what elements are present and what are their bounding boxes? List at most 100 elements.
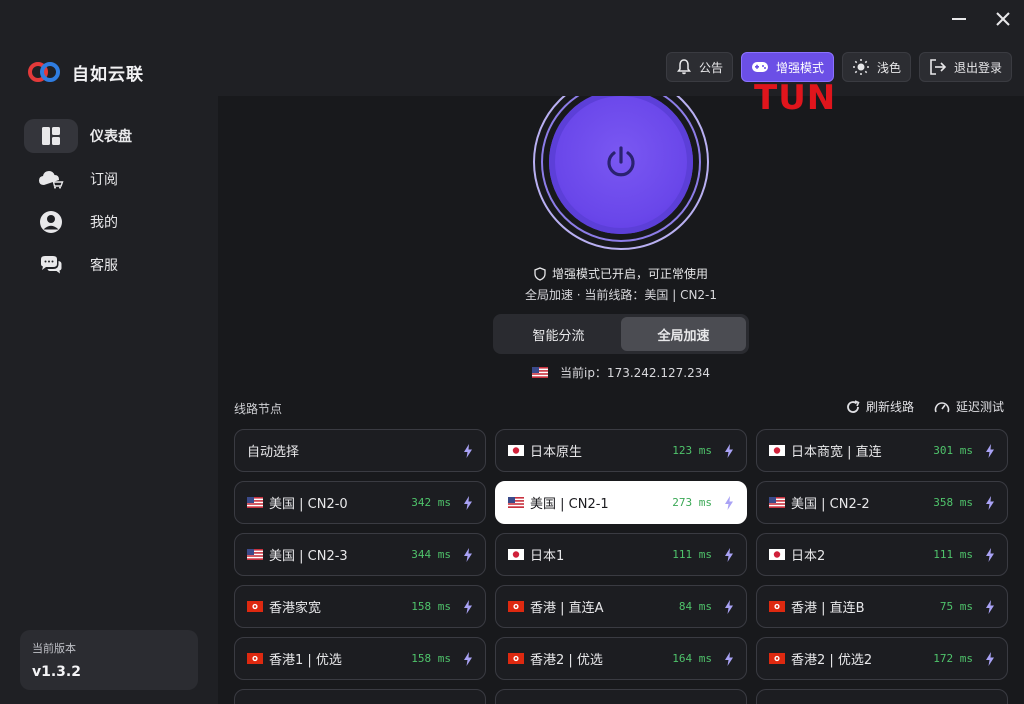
close-icon[interactable] <box>992 8 1014 30</box>
node-name: 美国 | CN2-3 <box>269 549 348 564</box>
logout-button[interactable]: 退出登录 <box>918 52 1012 82</box>
node-card[interactable]: 日本2 111 ms <box>756 533 1008 576</box>
node-card[interactable]: 日本原生 123 ms <box>495 429 747 472</box>
enhanced-mode-label: 增强模式 <box>775 60 824 75</box>
node-name: 日本商宽 | 直连 <box>791 445 882 460</box>
bolt-icon[interactable] <box>463 547 473 562</box>
node-latency: 301 ms <box>933 444 973 457</box>
sidebar-item-label: 仪表盘 <box>90 129 132 145</box>
bolt-icon[interactable] <box>985 599 995 614</box>
node-card[interactable] <box>495 689 747 704</box>
hk-flag-icon <box>508 601 524 612</box>
node-card[interactable]: 香港2 | 优选2 172 ms <box>756 637 1008 680</box>
bolt-icon[interactable] <box>985 443 995 458</box>
bolt-icon[interactable] <box>724 599 734 614</box>
node-grid: 自动选择 日本原生 123 ms 日本商宽 | 直连 301 ms 美国 | CN2-0 3… <box>234 429 1008 704</box>
speedometer-icon <box>934 401 950 412</box>
node-card[interactable]: 日本商宽 | 直连 301 ms <box>756 429 1008 472</box>
hk-flag-icon <box>247 653 263 664</box>
nodes-section-title: 线路节点 <box>234 402 283 416</box>
power-button[interactable] <box>549 96 693 234</box>
node-card[interactable]: 美国 | CN2-2 358 ms <box>756 481 1008 524</box>
node-latency: 111 ms <box>672 548 712 561</box>
bolt-icon[interactable] <box>463 651 473 666</box>
node-name: 香港2 | 优选2 <box>791 653 873 668</box>
node-card[interactable]: 香港2 | 优选 164 ms <box>495 637 747 680</box>
bolt-icon[interactable] <box>463 443 473 458</box>
brand: 自如云联 <box>26 58 144 86</box>
shield-icon <box>534 266 546 281</box>
sidebar-item-profile[interactable]: 我的 <box>24 205 200 239</box>
hk-flag-icon <box>769 653 785 664</box>
sidebar: 仪表盘 订阅 我的 客服 当前版本 v1.3.2 <box>0 96 218 704</box>
node-card[interactable] <box>234 689 486 704</box>
node-latency: 358 ms <box>933 496 973 509</box>
node-card[interactable]: 香港家宽 158 ms <box>234 585 486 628</box>
node-card[interactable]: 香港 | 直连B 75 ms <box>756 585 1008 628</box>
node-latency: 273 ms <box>672 496 712 509</box>
bolt-icon[interactable] <box>985 547 995 562</box>
refresh-routes-button[interactable]: 刷新线路 <box>846 398 914 415</box>
refresh-icon <box>847 399 860 413</box>
refresh-routes-label: 刷新线路 <box>865 400 914 414</box>
sidebar-item-subscription[interactable]: 订阅 <box>24 162 200 196</box>
version-card: 当前版本 v1.3.2 <box>20 630 198 690</box>
node-card[interactable]: 日本1 111 ms <box>495 533 747 576</box>
bolt-icon[interactable] <box>724 495 734 510</box>
version-number: v1.3.2 <box>32 664 81 680</box>
us-flag-icon <box>508 497 524 508</box>
version-title: 当前版本 <box>32 642 76 655</box>
mode-global[interactable]: 全局加速 <box>621 317 746 351</box>
mode-smart-split[interactable]: 智能分流 <box>496 317 621 351</box>
hk-flag-icon <box>508 653 524 664</box>
sidebar-item-support[interactable]: 客服 <box>24 248 200 282</box>
node-card[interactable]: 自动选择 <box>234 429 486 472</box>
node-latency: 123 ms <box>672 444 712 457</box>
bolt-icon[interactable] <box>463 495 473 510</box>
jp-flag-icon <box>508 445 524 456</box>
bolt-icon[interactable] <box>985 651 995 666</box>
power-control <box>533 96 709 250</box>
node-name: 日本原生 <box>530 445 583 460</box>
latency-test-button[interactable]: 延迟测试 <box>934 398 1004 415</box>
tun-annotation: TUN <box>754 78 837 118</box>
node-name: 香港2 | 优选 <box>530 653 603 668</box>
us-flag-icon <box>247 497 263 508</box>
jp-flag-icon <box>769 549 785 560</box>
node-name: 香港 | 直连B <box>791 601 865 616</box>
logout-label: 退出登录 <box>953 60 1002 75</box>
nodes-tools: 刷新线路 延迟测试 <box>846 398 1004 415</box>
node-latency: 84 ms <box>678 600 712 613</box>
dashboard-icon <box>24 119 78 153</box>
current-ip-text: 当前ip：173.242.127.234 <box>559 366 710 380</box>
node-card[interactable] <box>756 689 1008 704</box>
bolt-icon[interactable] <box>724 443 734 458</box>
theme-button[interactable]: 浅色 <box>841 52 911 82</box>
node-name: 香港家宽 <box>269 601 322 616</box>
status-line: 增强模式已开启，可正常使用 <box>218 265 1024 282</box>
node-card[interactable]: 美国 | CN2-1 273 ms <box>495 481 747 524</box>
minimize-icon[interactable] <box>948 8 970 30</box>
node-card[interactable]: 香港 | 直连A 84 ms <box>495 585 747 628</box>
node-name: 自动选择 <box>247 445 300 460</box>
bolt-icon[interactable] <box>724 547 734 562</box>
node-name: 日本2 <box>791 549 826 564</box>
announcement-label: 公告 <box>698 60 723 75</box>
logout-icon <box>930 59 947 75</box>
node-card[interactable]: 香港1 | 优选 158 ms <box>234 637 486 680</box>
bell-icon <box>676 59 691 75</box>
hk-flag-icon <box>247 601 263 612</box>
bolt-icon[interactable] <box>463 599 473 614</box>
sidebar-item-label: 我的 <box>90 215 118 231</box>
node-name: 美国 | CN2-0 <box>269 497 348 512</box>
bolt-icon[interactable] <box>724 651 734 666</box>
sidebar-item-dashboard[interactable]: 仪表盘 <box>24 119 200 153</box>
top-toolbar: 公告 增强模式 浅色 退出登录 <box>665 52 1012 82</box>
bolt-icon[interactable] <box>985 495 995 510</box>
announcement-button[interactable]: 公告 <box>665 52 733 82</box>
node-card[interactable]: 美国 | CN2-3 344 ms <box>234 533 486 576</box>
hk-flag-icon <box>769 601 785 612</box>
user-icon <box>24 205 78 239</box>
node-card[interactable]: 美国 | CN2-0 342 ms <box>234 481 486 524</box>
node-latency: 172 ms <box>933 652 973 665</box>
